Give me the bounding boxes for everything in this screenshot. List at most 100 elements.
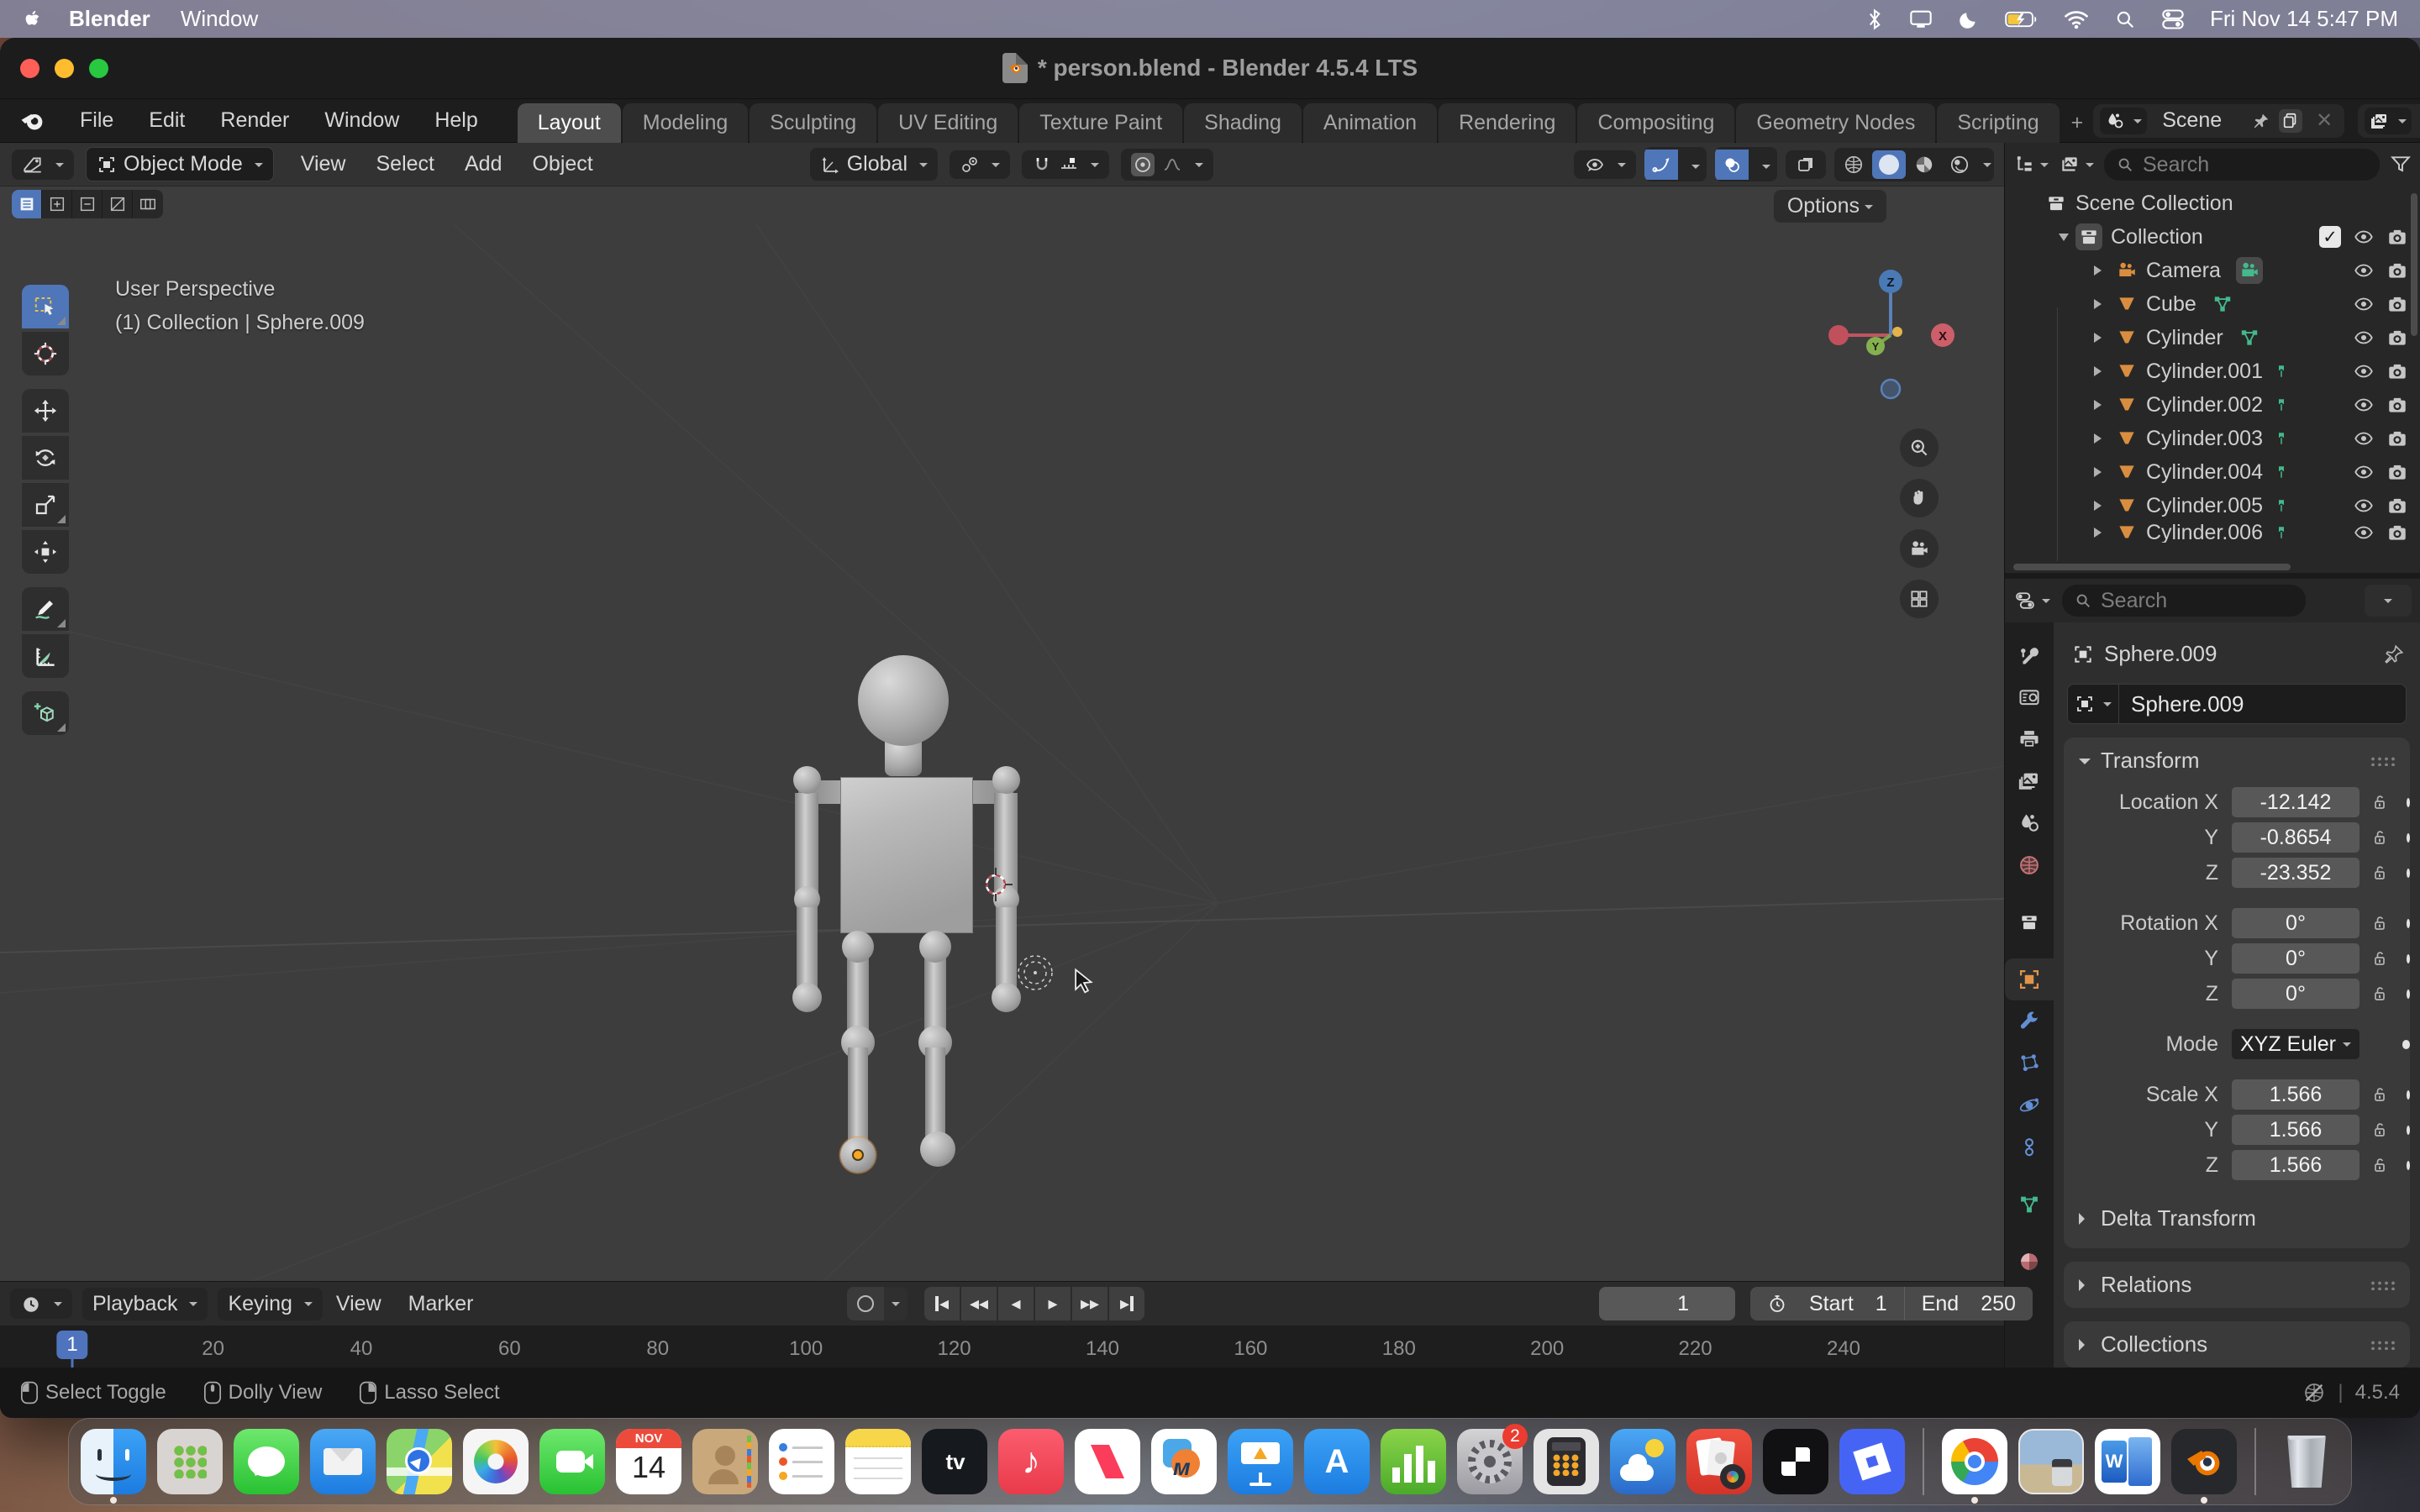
menu-render[interactable]: Render <box>203 103 307 138</box>
transform-value-field[interactable]: -0.8654 <box>2232 822 2360 853</box>
add-cube-tool-button[interactable] <box>22 691 69 735</box>
lock-open-icon[interactable] <box>2370 1120 2390 1140</box>
model-shin-left[interactable] <box>848 1047 868 1145</box>
word-app-icon[interactable]: W <box>2095 1429 2160 1494</box>
chrome-app-icon[interactable] <box>1942 1429 2007 1494</box>
dock-app-launchpad[interactable] <box>157 1429 223 1494</box>
control-center-icon[interactable] <box>2161 8 2185 30</box>
mail-app-icon[interactable] <box>310 1429 376 1494</box>
rendered-shading-button[interactable] <box>1943 150 1976 179</box>
properties-tab-physics[interactable] <box>2005 1084 2054 1126</box>
tab-texture-paint[interactable]: Texture Paint <box>1019 103 1182 143</box>
tab-layout[interactable]: Layout <box>518 103 621 143</box>
dock-app-mail[interactable] <box>310 1429 376 1494</box>
menu-file[interactable]: File <box>62 103 131 138</box>
current-frame-badge[interactable]: 1 <box>56 1331 87 1359</box>
maps-app-icon[interactable] <box>387 1429 452 1494</box>
play-reverse-button[interactable]: ◂ <box>998 1287 1034 1320</box>
properties-options-button[interactable] <box>2365 585 2412 617</box>
hide-eye-toggle[interactable] <box>2353 226 2375 248</box>
select-mode-extend-button[interactable] <box>42 190 72 218</box>
timeline-marker-menu[interactable]: Marker <box>395 1287 487 1321</box>
delta-transform-panel[interactable]: Delta Transform <box>2064 1194 2410 1243</box>
jump-to-start-button[interactable]: ◂ <box>924 1287 960 1320</box>
tab-scripting[interactable]: Scripting <box>1937 103 2059 143</box>
transform-value-field[interactable]: -12.142 <box>2232 787 2360 817</box>
hide-eye-toggle[interactable] <box>2353 428 2375 449</box>
dock-app-weather[interactable] <box>1610 1429 1676 1494</box>
model-hip-right[interactable] <box>919 931 951 963</box>
dock-app-word[interactable]: W <box>2095 1429 2160 1494</box>
disable-render-toggle[interactable] <box>2386 226 2408 248</box>
dock-app-reminders[interactable] <box>769 1429 834 1494</box>
animate-dot[interactable] <box>2407 798 2410 807</box>
next-keyframe-button[interactable]: ▸▸ <box>1072 1287 1107 1320</box>
solid-shading-button[interactable] <box>1872 150 1906 179</box>
expand-caret-icon[interactable] <box>2094 400 2107 410</box>
dock-app-tv[interactable]: tv <box>922 1429 987 1494</box>
hide-eye-toggle[interactable] <box>2353 522 2375 543</box>
lock-open-icon[interactable] <box>2370 792 2390 812</box>
dock-app-settings[interactable]: 2 <box>1457 1429 1523 1494</box>
properties-tab-constraints[interactable] <box>2005 1126 2054 1168</box>
measure-tool-button[interactable] <box>22 634 69 678</box>
xray-toggle[interactable] <box>1786 150 1826 179</box>
object-name-field[interactable]: Sphere.009 <box>2067 684 2407 724</box>
blender-logo-icon[interactable] <box>17 108 47 134</box>
collapse-caret-icon[interactable] <box>2059 234 2069 246</box>
properties-tab-modifiers[interactable] <box>2005 1000 2054 1042</box>
news-app-icon[interactable] <box>1075 1429 1140 1494</box>
photo-booth-app-icon[interactable] <box>1686 1429 1752 1494</box>
disable-render-toggle[interactable] <box>2386 360 2408 382</box>
expand-caret-icon[interactable] <box>2094 333 2107 343</box>
freeform-app-icon[interactable]: м <box>1151 1429 1217 1494</box>
disable-render-toggle[interactable] <box>2386 495 2408 517</box>
select-mode-intersect-button[interactable] <box>133 190 163 218</box>
material-shading-button[interactable] <box>1907 150 1941 179</box>
animate-dot[interactable] <box>2407 1126 2410 1135</box>
current-frame-field[interactable]: 1 <box>1599 1287 1735 1320</box>
viewport-menu-select[interactable]: Select <box>361 147 450 181</box>
outliner-scrollbar[interactable] <box>2411 193 2417 336</box>
transform-value-field[interactable]: 0° <box>2232 908 2360 938</box>
frame-start-field[interactable]: Start1 <box>1750 1287 1904 1320</box>
outliner-row[interactable]: Cylinder.003 <box>2005 422 2420 455</box>
pivot-point-button[interactable] <box>950 150 1010 179</box>
show-object-types[interactable] <box>1574 150 1636 179</box>
wireframe-shading-button[interactable] <box>1837 150 1870 179</box>
expand-caret-icon[interactable] <box>2094 501 2107 511</box>
tab-uv-editing[interactable]: UV Editing <box>878 103 1018 143</box>
drag-grip-icon[interactable] <box>2370 1280 2395 1290</box>
minimized-window-app-icon[interactable] <box>2018 1429 2084 1494</box>
outliner-row[interactable]: Scene Collection <box>2005 186 2420 220</box>
numbers-app-icon[interactable] <box>1381 1429 1446 1494</box>
viewport-menu-add[interactable]: Add <box>450 147 517 181</box>
move-tool-button[interactable] <box>22 389 69 433</box>
hide-eye-toggle[interactable] <box>2353 293 2375 315</box>
dock-app-trash[interactable] <box>2274 1429 2339 1494</box>
minimize-button[interactable] <box>55 59 74 78</box>
unlink-scene-button[interactable]: ✕ <box>2311 108 2338 133</box>
do-not-disturb-moon-icon[interactable] <box>1958 8 1980 30</box>
lock-open-icon[interactable] <box>2370 913 2390 933</box>
tab-rendering[interactable]: Rendering <box>1439 103 1576 143</box>
disable-render-toggle[interactable] <box>2386 522 2408 543</box>
model-forearm-left[interactable] <box>797 907 818 991</box>
lock-open-icon[interactable] <box>2370 1084 2390 1105</box>
contacts-app-icon[interactable] <box>692 1429 758 1494</box>
menubar-item-window[interactable]: Window <box>181 6 258 32</box>
model-forearm-right[interactable] <box>996 907 1017 991</box>
pin-id-icon[interactable] <box>2383 643 2405 665</box>
dock-app-photo-booth[interactable] <box>1686 1429 1752 1494</box>
editor-type-button[interactable] <box>12 150 74 180</box>
data-small-icon[interactable] <box>2274 362 2289 381</box>
select-mode-set-button[interactable] <box>12 190 42 218</box>
bluetooth-icon[interactable] <box>1865 8 1884 30</box>
black-app-app-icon[interactable] <box>1763 1429 1828 1494</box>
data-small-icon[interactable] <box>2274 463 2289 481</box>
tab-modeling[interactable]: Modeling <box>623 103 748 143</box>
dock-app-maps[interactable] <box>387 1429 452 1494</box>
dock-app-notes[interactable] <box>845 1429 911 1494</box>
options-button[interactable]: Options <box>1774 190 1886 223</box>
keying-menu[interactable]: Keying <box>218 1288 322 1320</box>
